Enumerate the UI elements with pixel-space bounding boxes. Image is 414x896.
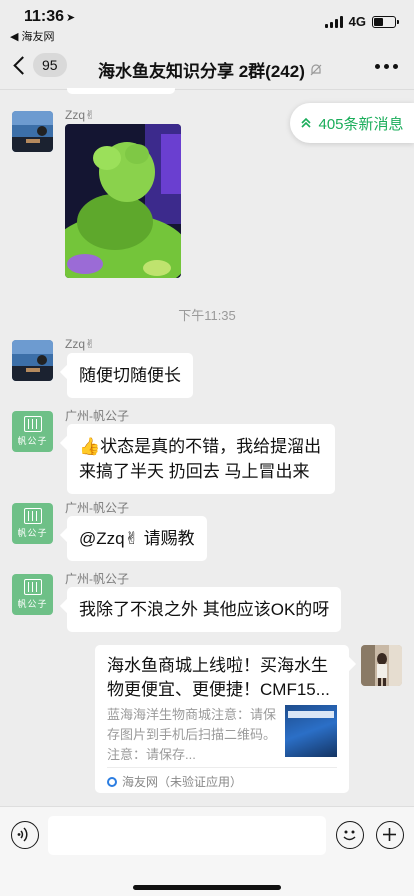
signal-icon xyxy=(324,15,343,28)
link-description: 蓝海海洋生物商城注意：请保存图片到手机后扫描二维码。注意：请保存... xyxy=(107,707,277,762)
back-button[interactable]: 95 xyxy=(10,53,67,77)
chat-header: 95 海水鱼友知识分享 2群(242) xyxy=(0,44,414,90)
clock-text: 11:36 xyxy=(24,8,65,25)
message-text: @Zzq✌ 请赐教 xyxy=(79,529,195,548)
message-bubble[interactable]: 👍状态是真的不错，我给提溜出 来搞了半天 扔回去 马上冒出来 xyxy=(67,424,335,494)
link-title: 海水鱼商城上线啦！买海水生物更便宜、更便捷！CMF15... xyxy=(107,656,330,699)
new-messages-button[interactable]: 405条新消息 xyxy=(290,103,414,143)
mute-bell-icon xyxy=(310,63,322,75)
sender-name: Zzq✌ xyxy=(65,337,96,351)
more-functions-button[interactable] xyxy=(376,821,404,849)
double-chevron-up-icon xyxy=(301,117,312,128)
smiley-icon xyxy=(343,830,356,841)
chevron-left-icon xyxy=(13,55,32,75)
status-indicators: 4G xyxy=(324,14,399,29)
sender-name: 广州-帆公子 xyxy=(65,501,129,515)
status-time: 11:36 ➤ xyxy=(24,8,75,26)
fan-logo-icon xyxy=(23,416,42,432)
timestamp-divider: 下午11:35 xyxy=(178,308,236,323)
chat-title: 海水鱼友知识分享 2群(242) xyxy=(98,57,323,82)
voice-input-button[interactable] xyxy=(11,821,39,849)
avatar-fangongzi[interactable]: 帆公子 xyxy=(12,503,53,544)
voice-icon xyxy=(17,827,28,842)
back-to-app-link[interactable]: ◀ 海友网 xyxy=(10,28,55,44)
previous-message-bubble xyxy=(67,88,175,94)
sender-name: 广州-帆公子 xyxy=(65,409,129,423)
message-input-bar xyxy=(0,806,414,896)
message-text: 来搞了半天 扔回去 马上冒出来 xyxy=(79,462,310,481)
fan-logo-icon xyxy=(23,579,42,595)
message-text-input[interactable] xyxy=(48,816,326,855)
message-text: 我除了不浪之外 其他应该OK的呀 xyxy=(79,600,330,619)
location-arrow-icon: ➤ xyxy=(66,12,76,24)
home-indicator[interactable] xyxy=(133,885,281,890)
avatar-zzq[interactable] xyxy=(12,340,53,381)
more-options-button[interactable] xyxy=(375,64,398,69)
sender-name: 广州-帆公子 xyxy=(65,572,129,586)
message-text: 随便切随便长 xyxy=(79,366,181,385)
new-messages-label: 405条新消息 xyxy=(318,115,404,133)
sender-name: Zzq✌ xyxy=(65,108,96,122)
message-bubble[interactable]: 随便切随便长 xyxy=(67,353,193,398)
message-text: 👍状态是真的不错，我给提溜出 xyxy=(79,437,322,456)
coral-photo-message[interactable] xyxy=(65,124,181,278)
app-source-icon xyxy=(107,776,117,787)
unread-count-badge: 95 xyxy=(33,53,67,77)
link-source: 海友网（未验证应用） xyxy=(107,773,242,790)
link-thumbnail xyxy=(285,705,337,757)
network-type: 4G xyxy=(348,14,366,29)
avatar-fangongzi[interactable]: 帆公子 xyxy=(12,411,53,452)
chat-title-text: 海水鱼友知识分享 2群(242) xyxy=(98,62,305,81)
avatar-fangongzi[interactable]: 帆公子 xyxy=(12,574,53,615)
status-bar: 11:36 ➤ ◀ 海友网 4G xyxy=(0,0,414,44)
link-source-label: 海友网（未验证应用） xyxy=(122,775,243,789)
message-bubble[interactable]: @Zzq✌ 请赐教 xyxy=(67,516,207,561)
fan-logo-icon xyxy=(23,508,42,524)
battery-icon xyxy=(372,15,399,28)
avatar-self[interactable] xyxy=(361,645,402,686)
emoji-button[interactable] xyxy=(336,821,364,849)
plus-icon xyxy=(383,828,396,841)
shared-link-card[interactable]: 海水鱼商城上线啦！买海水生物更便宜、更便捷！CMF15... 蓝海海洋生物商城注… xyxy=(95,645,349,793)
message-bubble[interactable]: 我除了不浪之外 其他应该OK的呀 xyxy=(67,587,342,632)
avatar-zzq[interactable] xyxy=(12,111,53,152)
divider xyxy=(107,767,337,768)
